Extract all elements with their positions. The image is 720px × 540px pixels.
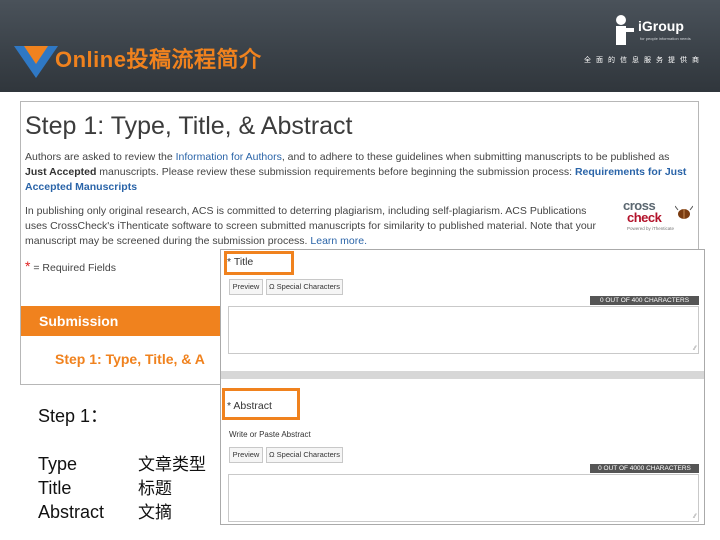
crosscheck-logo: cross check Powered by iThenticate <box>623 199 695 236</box>
explanation-row-abstract: Abstract 文摘 <box>38 498 172 523</box>
explanation-row-title: Title 标题 <box>38 474 172 499</box>
explanation-en: Type <box>38 454 78 474</box>
explanation-zh: 标题 <box>138 479 172 499</box>
explanation-en: Abstract <box>38 502 105 522</box>
just-accepted-bold: Just Accepted <box>25 166 97 178</box>
title-character-counter: 0 OUT OF 400 CHARACTERS <box>590 296 699 305</box>
authors-paragraph: Authors are asked to review the Informat… <box>25 150 692 195</box>
explanation-zh: 文章类型 <box>138 455 206 475</box>
explanation-row-type: Type 文章类型 <box>38 450 206 475</box>
brand-tagline: 全面的信息服务提供商 <box>584 57 704 64</box>
brand-name: iGroup <box>638 18 684 34</box>
submission-step-title: Step 1: Type, Title, & A <box>55 351 205 367</box>
step-heading: Step 1: Type, Title, & Abstract <box>25 112 353 140</box>
explanation-step: Step 1： <box>38 406 109 426</box>
learn-more-link[interactable]: Learn more. <box>310 235 367 247</box>
resize-handle-icon[interactable]: ⁄⁄ <box>694 514 696 520</box>
abstract-highlight-box <box>222 388 300 420</box>
crosscheck-powered-by: Powered by iThenticate <box>627 226 675 231</box>
abstract-textarea[interactable]: ⁄⁄ <box>228 474 699 522</box>
igroup-logo: iGroup for people information needs 全面的信… <box>584 14 705 74</box>
crosscheck-beetle-icon <box>675 205 693 219</box>
submission-label: Submission <box>39 313 119 329</box>
title-abstract-form: * Title Preview Ω Special Characters 0 O… <box>220 249 705 525</box>
abstract-preview-button[interactable]: Preview <box>229 447 263 463</box>
resize-handle-icon[interactable]: ⁄⁄ <box>694 346 696 352</box>
required-fields-note: * = Required Fields <box>25 258 116 274</box>
brand-subtitle: for people information needs <box>640 36 691 41</box>
explanation-zh: 文摘 <box>138 503 172 523</box>
title-special-characters-button[interactable]: Ω Special Characters <box>266 279 343 295</box>
text-fragment: manuscripts. Please review these submiss… <box>96 166 575 178</box>
title-preview-button[interactable]: Preview <box>229 279 263 295</box>
crosscheck-word-check: check <box>627 210 662 225</box>
triangle-logo-icon <box>14 46 58 78</box>
title-textarea[interactable]: ⁄⁄ <box>228 306 699 354</box>
title-highlight-box <box>224 251 294 275</box>
text-fragment: Authors are asked to review the <box>25 151 176 163</box>
required-text: = Required Fields <box>30 262 116 274</box>
igroup-mark-icon <box>616 15 634 45</box>
text-fragment: , and to adhere to these guidelines when… <box>281 151 670 163</box>
plagiarism-paragraph: In publishing only original research, AC… <box>25 204 610 249</box>
explanation-en: Title <box>38 478 72 498</box>
slide-header: Online投稿流程简介 iGroup for people informati… <box>0 0 720 92</box>
info-for-authors-link[interactable]: Information for Authors <box>176 151 282 163</box>
abstract-character-counter: 0 OUT OF 4000 CHARACTERS <box>590 464 699 473</box>
abstract-special-characters-button[interactable]: Ω Special Characters <box>266 447 343 463</box>
form-section-divider <box>221 371 704 379</box>
write-paste-abstract-label: Write or Paste Abstract <box>229 430 311 439</box>
slide-title: Online投稿流程简介 <box>55 47 262 72</box>
